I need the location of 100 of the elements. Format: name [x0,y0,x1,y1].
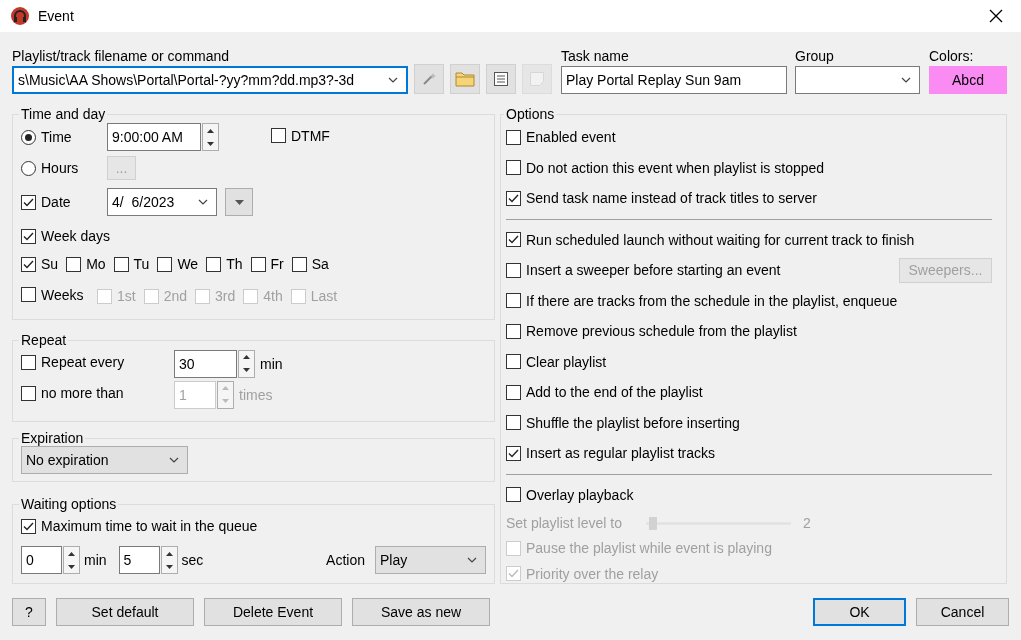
field-label: Action [326,552,365,568]
checkbox-label: Maximum time to wait in the queue [41,518,258,534]
dialog-button[interactable]: Set default [56,598,194,626]
checkbox-label: 2nd [163,288,188,304]
folder-icon [455,71,475,87]
checkbox[interactable] [506,384,521,400]
checkbox-label: Overlay playback [526,486,634,503]
color-button[interactable]: Abcd [929,66,1007,94]
arrow-up-icon [243,355,250,359]
checkbox-label: Clear playlist [526,353,607,370]
spin-button[interactable] [160,546,178,574]
slider[interactable] [646,516,791,529]
chevron-down-icon [901,77,911,83]
expiration-combo[interactable]: No expiration [21,446,188,474]
checkbox[interactable] [66,256,82,272]
checkbox[interactable] [506,445,521,461]
arrow-up-icon [207,128,214,133]
group-title: Options [505,106,556,122]
command-combo[interactable]: s\Music\AA Shows\Portal\Portal-?yy?mm?dd.mp3?-3d [12,66,408,94]
list-icon [493,71,509,87]
checkbox-label: We [177,256,199,272]
radio-button[interactable] [21,129,36,145]
arrow-down-icon [68,564,75,569]
dialog-button[interactable]: Save as new [352,598,490,626]
checkbox[interactable] [506,323,521,339]
number-field[interactable]: 5 [118,546,160,574]
group-combo[interactable] [795,66,920,94]
number-field[interactable]: 30 [174,349,237,378]
dialog-button[interactable]: ? [12,598,46,626]
checkbox[interactable] [113,256,129,272]
checkbox-label: Do not action this event when playlist is stopped [526,159,825,176]
checkbox[interactable] [506,415,521,431]
checkbox[interactable] [21,354,36,370]
field-label: Group [795,47,835,66]
checkbox[interactable] [506,262,521,278]
group-title: Time and day [20,106,107,122]
checkbox[interactable] [21,287,36,303]
radio-label: Time [41,129,72,145]
chevron-down-icon [467,557,477,563]
checkbox-label: 3rd [215,288,236,304]
checkbox[interactable] [291,256,307,272]
number-field[interactable]: 9:00:00 AM [107,123,201,151]
checkbox[interactable] [21,256,36,272]
arrow-down-icon [222,399,229,403]
group-title: Expiration [20,430,85,446]
checkbox-label: DTMF [291,127,330,144]
checkbox[interactable] [506,232,521,248]
checkbox[interactable] [21,518,36,534]
checkbox-label: Insert a sweeper before starting an event [526,262,781,279]
arrow-up-icon [222,386,229,390]
headphones-icon [10,6,30,26]
checkbox-label: Th [226,256,243,272]
dialog-button[interactable]: Cancel [916,598,1009,626]
arrow-up-icon [165,551,173,556]
checkbox[interactable] [21,228,36,244]
checkbox-label: Last [310,288,338,304]
checkbox-label: Fr [270,256,284,272]
checkbox[interactable] [157,256,173,272]
checkbox[interactable] [506,487,521,503]
task-name-field[interactable]: Play Portal Replay Sun 9am [561,66,787,94]
checkbox-label: Run scheduled launch without waiting for current track to finish [526,231,915,248]
date-combo[interactable]: 4/ 6/2023 [107,188,217,216]
checkbox[interactable] [250,256,266,272]
unit-label: min [84,552,107,568]
checkbox[interactable] [21,194,36,210]
dialog-button[interactable]: OK [813,598,906,626]
unit-label: min [260,355,283,372]
group-title: Repeat [20,332,68,348]
radio-button[interactable] [21,160,36,176]
checkbox[interactable] [506,160,521,176]
checkbox-label: Remove previous schedule from the playlist [526,323,797,340]
radio-label: Hours [41,160,79,176]
checkbox[interactable] [206,256,222,272]
number-field[interactable]: 0 [21,546,62,574]
checkbox-label: Pause the playlist while event is playing [526,540,772,557]
checkbox-label: 4th [263,288,283,304]
checkbox-label: Su [41,256,59,272]
dialog-button[interactable]: Delete Event [204,598,342,626]
checkbox[interactable] [506,129,521,145]
unit-label: times [239,386,273,403]
checkbox[interactable] [21,385,36,401]
spin-button[interactable] [63,546,80,574]
spin-button[interactable] [238,349,255,378]
action-combo[interactable]: Play [375,546,486,574]
tool-button[interactable] [486,64,516,94]
arrow-down-icon [207,141,214,146]
field-label: Playlist/track filename or command [12,47,231,66]
checkbox[interactable] [506,293,521,309]
calendar-button[interactable] [225,188,253,216]
field-label: Colors: [929,47,975,66]
checkbox-label: Enabled event [526,129,616,146]
checkbox[interactable] [506,190,521,206]
group-title: Waiting options [20,496,118,512]
checkbox-label: Insert as regular playlist tracks [526,445,716,462]
checkbox-label: no more than [41,385,124,402]
checkbox[interactable] [271,128,286,144]
close-icon[interactable] [989,9,1003,23]
checkbox[interactable] [506,354,521,370]
spin-button[interactable] [202,123,219,151]
checkbox-label: If there are tracks from the schedule in the playlist, enqueue [526,292,898,309]
